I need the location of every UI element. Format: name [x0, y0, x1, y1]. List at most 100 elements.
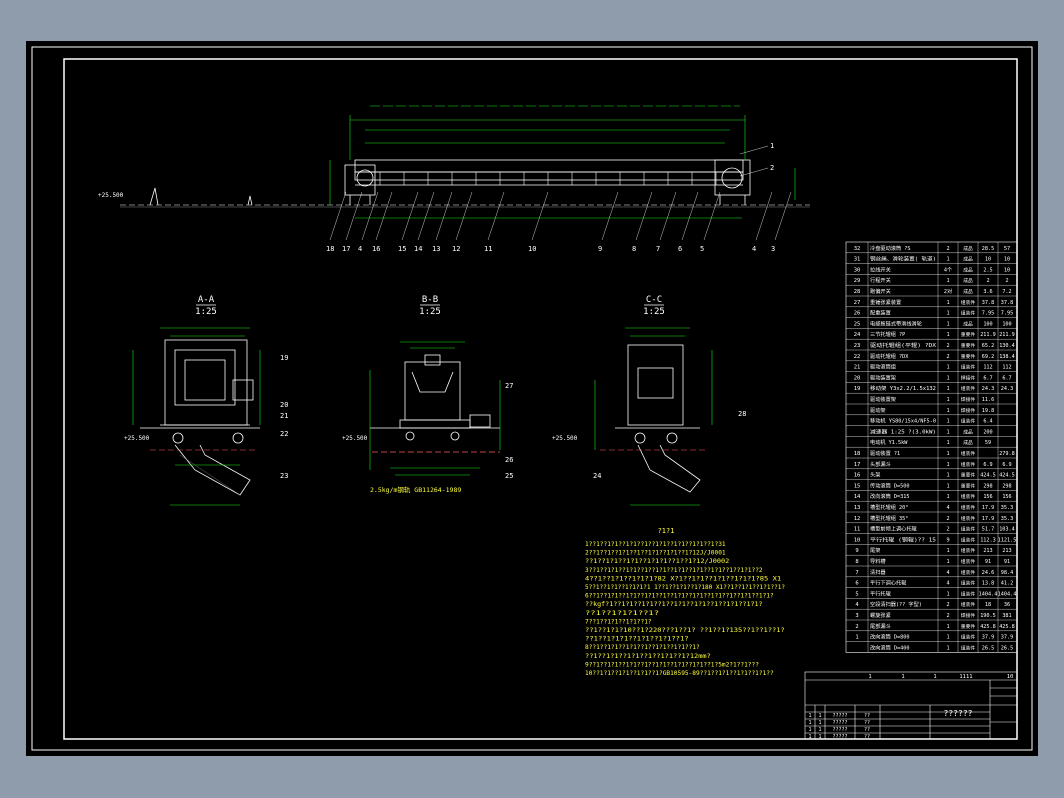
- parts-table-cell-name: 尾架: [870, 547, 880, 554]
- parts-table-cell-unit-weight: 24.3: [982, 386, 995, 392]
- parts-table-cell-no: 20: [854, 375, 861, 381]
- parts-table-cell-no: 24: [854, 332, 861, 338]
- parts-table-cell-name: 冷盘驱动滚筒 ?S: [870, 244, 911, 252]
- notes-heading: ?1?1: [658, 527, 675, 535]
- title-block-row-cell: ??: [864, 734, 870, 740]
- parts-table-cell-material: 组装件: [961, 299, 976, 306]
- elevation-callout-label: 7: [656, 245, 660, 253]
- parts-table-cell-name: 电缆拖链式带滑线滑轮: [870, 319, 922, 327]
- parts-table-cell-unit-weight: 112.3: [980, 537, 996, 543]
- elevation-callout-label: 11: [484, 245, 492, 253]
- parts-table-cell-unit-weight: 13.8: [982, 581, 995, 587]
- parts-table-cell-no: 28: [854, 289, 861, 295]
- parts-table-cell-unit-weight: 424.5: [980, 473, 996, 479]
- section-c-scale: 1:25: [643, 307, 665, 317]
- parts-table-cell-qty: 2: [946, 613, 949, 619]
- parts-table-cell-material: 重要件: [961, 342, 976, 349]
- parts-table-cell-total-weight: 7.2: [1002, 289, 1011, 295]
- parts-table-cell-name: 电动机 Y1.5kW: [870, 438, 908, 446]
- parts-table-cell-no: 30: [854, 267, 861, 273]
- elevation-ground-label: +25.500: [98, 192, 124, 199]
- notes-line: ??1??1?1??1?1??1??1?1??1?12mm?: [585, 653, 711, 660]
- parts-table-cell-name: 驱动架: [870, 407, 886, 414]
- parts-table-cell-material: 组装件: [961, 569, 976, 576]
- section-a-elevation-label: +25.500: [124, 435, 150, 442]
- parts-table-cell-total-weight: 37.9: [1001, 635, 1014, 641]
- section-c-callout-label: 28: [738, 410, 746, 418]
- parts-table-cell-qty: 1: [946, 440, 949, 446]
- parts-table-cell-unit-weight: 69.2: [982, 354, 995, 360]
- section-c-title: C-C: [646, 295, 662, 305]
- parts-table-cell-qty: 9: [946, 537, 949, 543]
- section-b-callout-label: 27: [505, 382, 513, 390]
- notes-line: 6??1??1?1??1?1??1?1??1??1?1??1?1??1?1??1…: [585, 593, 774, 600]
- parts-table-cell-qty: 2: [946, 527, 949, 533]
- parts-table-cell-total-weight: 6.7: [1002, 375, 1011, 381]
- elevation-callout-label: 12: [452, 245, 460, 253]
- parts-table-cell-name: 减速器 1:25 ?(3.0kW): [870, 427, 936, 435]
- title-block-header-cell: 1111: [959, 674, 972, 680]
- parts-table-cell-unit-weight: 3.6: [983, 289, 992, 295]
- elevation-callout-label: 1: [770, 142, 774, 150]
- section-a-callout-label: 21: [280, 412, 288, 420]
- parts-table-cell-material: 组装件: [961, 515, 976, 522]
- parts-table-cell-no: 5: [855, 591, 858, 597]
- parts-table-cell-unit-weight: 28.5: [982, 246, 995, 252]
- parts-table-cell-qty: 1: [946, 419, 949, 425]
- notes-line: 8??1??1?1??1?1??1??1?1??1?1??1?: [585, 644, 700, 651]
- parts-table-cell-total-weight: 10: [1004, 257, 1010, 263]
- parts-table-cell-qty: 2: [946, 602, 949, 608]
- parts-table-cell-unit-weight: 59: [985, 440, 991, 446]
- parts-table-cell-total-weight: 37.8: [1001, 300, 1014, 306]
- parts-table-cell-qty: 1: [946, 375, 949, 381]
- parts-table-cell-name: 移动机 YS80/15x4/NF5-0: [870, 417, 936, 425]
- parts-table-cell-qty: 1: [946, 332, 949, 338]
- section-b-rail-note: 2.5kg/m钢轨 GB11264-1989: [370, 485, 461, 494]
- parts-table-cell-no: 22: [854, 354, 861, 360]
- elevation-callout-label: 4: [358, 245, 362, 253]
- parts-table-cell-total-weight: 425.8: [999, 624, 1015, 630]
- parts-table-cell-qty: 4: [946, 581, 949, 587]
- parts-table-cell-material: 组装件: [961, 590, 976, 597]
- parts-table-cell-material: 重要件: [961, 331, 976, 338]
- parts-table-cell-material: 成品: [963, 266, 973, 273]
- parts-table-cell-no: 17: [854, 462, 861, 468]
- title-block-row-cell: 1: [818, 713, 821, 719]
- parts-table-cell-unit-weight: 6.9: [983, 462, 992, 468]
- parts-table-cell-name: 头架: [870, 471, 880, 479]
- parts-table-cell-name: 改向滚筒 D=315: [870, 492, 910, 500]
- parts-table-cell-material: 焊接件: [961, 612, 976, 619]
- elevation-callout-label: 2: [770, 164, 774, 172]
- parts-table-cell-qty: 1: [946, 624, 949, 630]
- parts-table-cell-name: 驱动托辊组 ?DX: [870, 352, 909, 360]
- parts-table-cell-unit-weight: 2.5: [983, 267, 992, 273]
- title-block-row-cell: 1: [818, 720, 821, 726]
- parts-table-cell-name: 驱动滚筒组: [870, 363, 896, 371]
- parts-table-cell-material: 焊接件: [961, 407, 976, 414]
- parts-table-cell-name: 跑偏开关: [870, 287, 891, 295]
- parts-table-cell-total-weight: 112: [1002, 365, 1011, 371]
- notes-line: 9??1??1?1??1?1??1??1?1??1?1??1?1??1?5m2?…: [585, 661, 759, 668]
- parts-table-cell-material: 成品: [963, 439, 973, 446]
- parts-table-cell-total-weight: 156: [1002, 494, 1011, 500]
- parts-table-cell-name: 螺旋张紧: [870, 611, 891, 619]
- parts-table-cell-unit-weight: 17.9: [982, 516, 995, 522]
- parts-table-cell-name: 清扫器: [870, 568, 886, 576]
- parts-table-cell-name: 驱动装置架: [870, 373, 896, 381]
- parts-table-cell-total-weight: 10: [1004, 267, 1010, 273]
- parts-table-cell-name: 重锤张紧装置: [870, 298, 901, 306]
- section-c-callout-label: 24: [593, 472, 601, 480]
- parts-table-cell-qty: 1: [946, 462, 949, 468]
- parts-table-cell-no: 10: [854, 537, 861, 543]
- parts-table-cell-material: 组装件: [961, 450, 976, 457]
- elevation-callout-label: 8: [632, 245, 636, 253]
- parts-table-cell-no: 27: [854, 300, 861, 306]
- notes-line: ??1??1?1?1??1?: [585, 610, 659, 617]
- parts-table-cell-total-weight: 41.2: [1001, 581, 1014, 587]
- parts-table-cell-material: 重要件: [961, 472, 976, 479]
- parts-table-cell-name: 平行托辊 (钢辊)?? 15: [870, 535, 936, 543]
- parts-table-cell-name: 行程开关: [870, 276, 891, 284]
- parts-table-cell-qty: 2: [946, 343, 949, 349]
- parts-table-cell-no: 16: [854, 473, 861, 479]
- section-a-scale: 1:25: [195, 307, 217, 317]
